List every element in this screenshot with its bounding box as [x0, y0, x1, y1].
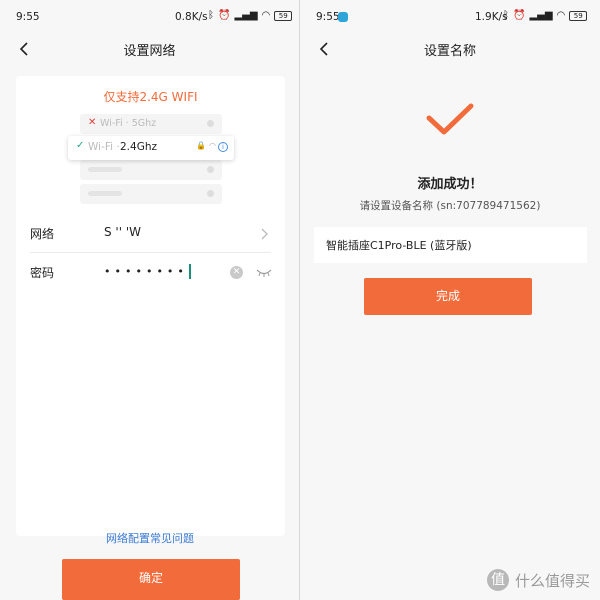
app-notification-icon — [338, 12, 348, 22]
status-bar: 9:55 0.8K/s ᛒ ⏰ ▂▄▆ ◠ 59 — [0, 0, 299, 30]
page-title: 设置名称 — [423, 44, 476, 59]
signal-icon: ▂▄▆ — [529, 10, 553, 21]
name-hint: 请设置设备名称 (sn:707789471562) — [359, 200, 541, 212]
alarm-icon: ⏰ — [513, 10, 526, 21]
eye-closed-icon[interactable] — [255, 266, 273, 278]
illus-5g-freq: 5Ghz — [131, 118, 157, 129]
confirm-button[interactable]: 确定 — [62, 559, 240, 600]
wifi-icon: ◠ — [261, 10, 271, 21]
nav-bar: 设置网络 — [0, 34, 299, 64]
bluetooth-icon: ᛒ — [503, 10, 509, 21]
battery-icon: 59 — [569, 11, 588, 21]
network-value: S '' 'W — [104, 225, 142, 239]
watermark: 值 什么值得买 — [486, 569, 590, 591]
network-setup-screen: 9:55 0.8K/s ᛒ ⏰ ▂▄▆ ◠ 59 设置网络 仅支持2.4G WI… — [0, 0, 300, 600]
illus-placeholder-row — [80, 184, 222, 204]
check-icon: ✓ — [76, 140, 85, 151]
illus-row-5ghz: ✕ Wi-Fi · 5Ghz — [80, 114, 222, 134]
illus-row-24ghz: ✓ Wi-Fi · 2.4Ghz 🔒◠ i — [68, 136, 234, 160]
illus-24-freq: 2.4Ghz — [120, 141, 158, 153]
network-label: 网络 — [30, 227, 55, 241]
password-field[interactable]: 密码 •••••••• ✕ — [16, 254, 285, 292]
screenshot-stage: 9:55 0.8K/s ᛒ ⏰ ▂▄▆ ◠ 59 设置网络 仅支持2.4G WI… — [0, 0, 600, 600]
clear-icon[interactable]: ✕ — [230, 266, 243, 279]
placeholder-bar — [88, 167, 122, 172]
done-button[interactable]: 完成 — [364, 278, 532, 315]
password-input[interactable]: •••••••• — [104, 265, 188, 278]
device-name-screen: 9:55 1.9K/s ᛒ ⏰ ▂▄▆ ◠ 59 设置名称 添加成功！ 请设置设… — [300, 0, 600, 600]
chevron-right-icon — [261, 228, 268, 240]
status-speed: 0.8K/s — [175, 11, 208, 23]
watermark-logo-icon: 值 — [486, 569, 509, 591]
device-name-input[interactable]: 智能插座C1Pro-BLE (蓝牙版) — [314, 227, 587, 263]
network-form-card: 仅支持2.4G WIFI ✕ Wi-Fi · 5Ghz ✓ Wi-Fi · 2.… — [16, 76, 285, 536]
status-bar: 9:55 1.9K/s ᛒ ⏰ ▂▄▆ ◠ 59 — [300, 0, 600, 30]
success-message: 添加成功！ — [417, 177, 483, 192]
success-check-icon — [426, 103, 474, 135]
password-label: 密码 — [30, 266, 55, 280]
cross-icon: ✕ — [88, 117, 97, 128]
signal-icon: ▂▄▆ — [234, 10, 258, 21]
illus-5g-prefix: Wi-Fi · — [100, 118, 132, 129]
illus-24-prefix: Wi-Fi · — [88, 141, 120, 153]
info-icon: i — [218, 142, 228, 152]
status-icons: ᛒ ⏰ ▂▄▆ ◠ 59 — [503, 10, 588, 22]
illus-placeholder-row — [80, 160, 222, 180]
placeholder-dot — [207, 166, 214, 173]
status-time: 9:55 — [316, 11, 340, 23]
faq-link[interactable]: 网络配置常见问题 — [0, 530, 299, 546]
watermark-text: 什么值得买 — [514, 571, 590, 590]
placeholder-bar — [88, 191, 122, 196]
bluetooth-icon: ᛒ — [208, 10, 214, 21]
alarm-icon: ⏰ — [218, 10, 231, 21]
placeholder-dot — [207, 190, 214, 197]
status-time: 9:55 — [16, 11, 40, 23]
page-title: 设置网络 — [123, 44, 176, 59]
lock-wifi-icons: 🔒◠ — [196, 141, 219, 150]
wifi-support-notice: 仅支持2.4G WIFI — [103, 90, 198, 104]
divider — [30, 252, 271, 253]
device-name-value: 智能插座C1Pro-BLE (蓝牙版) — [326, 239, 472, 252]
battery-icon: 59 — [274, 11, 293, 21]
wifi-icon: ◠ — [556, 10, 566, 21]
status-icons: ᛒ ⏰ ▂▄▆ ◠ 59 — [208, 10, 293, 22]
network-field[interactable]: 网络 S '' 'W — [16, 215, 285, 253]
wifi-band-illustration: ✕ Wi-Fi · 5Ghz — [80, 114, 222, 206]
nav-bar: 设置名称 — [300, 34, 600, 64]
placeholder-dot — [207, 120, 214, 127]
text-caret — [188, 264, 191, 279]
